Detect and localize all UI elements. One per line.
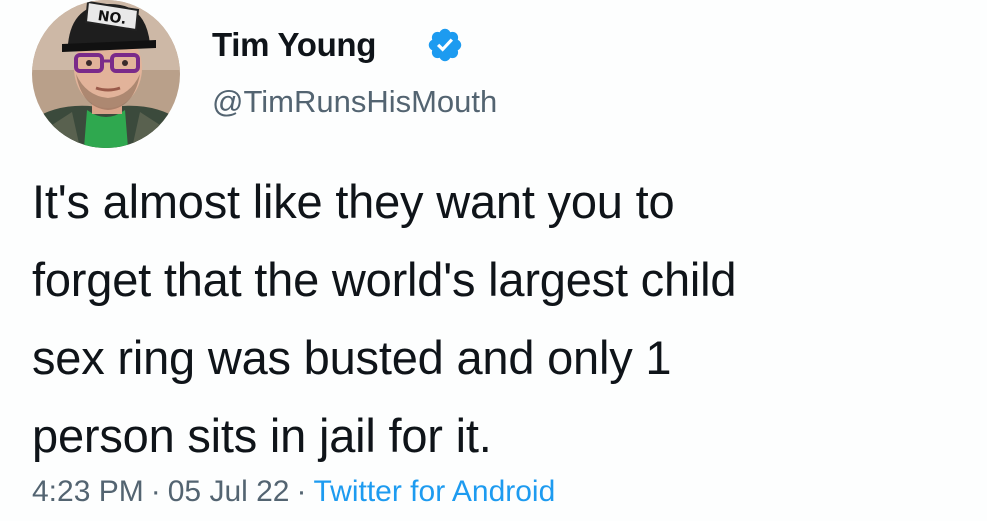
verified-badge-icon	[426, 26, 464, 64]
tweet-metadata: 4:23 PM · 05 Jul 22 · Twitter for Android	[32, 475, 555, 509]
avatar-image: NO.	[32, 0, 180, 148]
tweet-text-line: forget that the world's largest child	[32, 253, 737, 306]
tweet-text: It's almost like they want you to forget…	[32, 163, 972, 475]
avatar[interactable]: NO.	[32, 0, 180, 148]
tweet-text-line: sex ring was busted and only 1	[32, 331, 672, 384]
tweet-text-line: person sits in jail for it.	[32, 409, 492, 462]
author-handle[interactable]: @TimRunsHisMouth	[212, 84, 497, 120]
tweet-time[interactable]: 4:23 PM	[32, 475, 144, 508]
separator: ·	[296, 475, 307, 508]
tweet-text-line: It's almost like they want you to	[32, 175, 675, 228]
tweet-source-link[interactable]: Twitter for Android	[314, 475, 556, 508]
separator: ·	[150, 475, 161, 508]
tweet-card: NO. Tim Young @TimRunsHisMouth It's almo…	[0, 0, 987, 521]
author-display-name[interactable]: Tim Young	[212, 26, 376, 64]
tweet-date[interactable]: 05 Jul 22	[168, 475, 290, 508]
